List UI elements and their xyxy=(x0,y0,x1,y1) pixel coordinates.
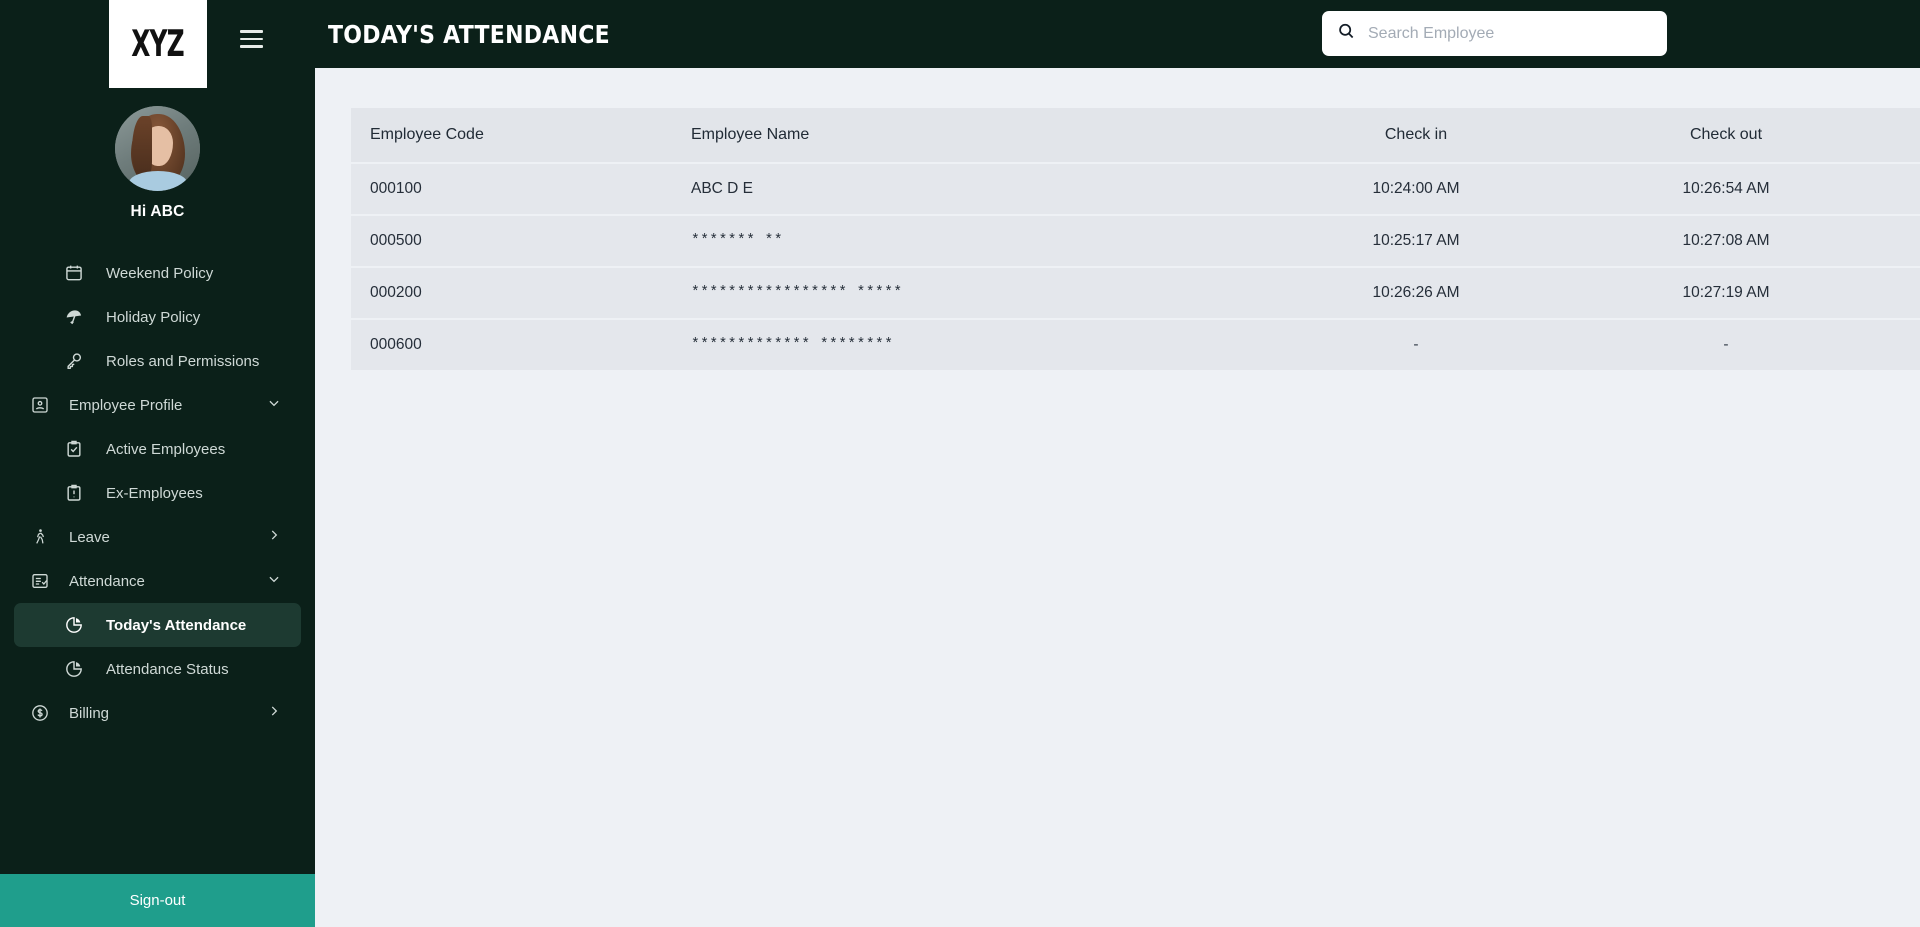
dollar-circle-icon xyxy=(26,703,54,723)
avatar-hair-front xyxy=(132,116,152,178)
top-bar: TODAY'S ATTENDANCE xyxy=(315,0,1920,68)
pie-chart-icon xyxy=(60,659,88,679)
chevron-right-icon[interactable] xyxy=(267,528,281,546)
sidebar-item-label: Roles and Permissions xyxy=(106,352,260,370)
chevron-down-icon[interactable] xyxy=(267,396,281,414)
calendar-icon xyxy=(60,263,88,283)
search-input[interactable] xyxy=(1368,24,1653,43)
sidebar-item-holiday-policy[interactable]: Holiday Policy xyxy=(0,295,315,339)
sidebar-item-employee-profile[interactable]: Employee Profile xyxy=(0,383,315,427)
profile-block: Hi ABC xyxy=(0,106,315,221)
avatar-shoulder xyxy=(129,171,187,191)
cell-check-in: - xyxy=(1251,318,1581,370)
chevron-down-icon[interactable] xyxy=(267,572,281,590)
cell-check-out: 10:26:54 AM xyxy=(1581,162,1871,215)
cell-check-in: 10:26:26 AM xyxy=(1251,266,1581,319)
sidebar-item-ex-employees[interactable]: Ex-Employees xyxy=(0,471,315,515)
table-row[interactable]: 000600 ************* ******** - - - xyxy=(351,318,1920,370)
column-header-hours[interactable]: Hours xyxy=(1871,108,1920,163)
sidebar-item-label: Weekend Policy xyxy=(106,264,214,282)
page-title: TODAY'S ATTENDANCE xyxy=(328,19,610,49)
sign-out-label: Sign-out xyxy=(129,892,186,909)
id-badge-icon xyxy=(26,395,54,415)
table-body: 000100 ABC D E 10:24:00 AM 10:26:54 AM 0… xyxy=(351,162,1920,370)
cell-employee-name: ABC D E xyxy=(691,162,1251,215)
cell-check-out: - xyxy=(1581,318,1871,370)
sidebar-item-billing[interactable]: Billing xyxy=(0,691,315,735)
sidebar-item-label: Employee Profile xyxy=(69,396,183,414)
cell-employee-code: 000600 xyxy=(351,318,691,370)
table-header: Employee Code Employee Name Check in Che… xyxy=(351,108,1920,163)
sidebar: XYZ Hi ABC Weekend Policy Holiday Policy… xyxy=(0,0,315,927)
hamburger-bar xyxy=(240,37,263,41)
cell-employee-name: ************* ******** xyxy=(691,318,1251,370)
search-icon xyxy=(1336,21,1356,46)
sidebar-item-label: Attendance xyxy=(69,572,145,590)
cell-employee-code: 000500 xyxy=(351,214,691,267)
sidebar-item-label: Today's Attendance xyxy=(106,616,247,634)
pie-chart-icon xyxy=(60,615,88,635)
sidebar-item-label: Holiday Policy xyxy=(106,308,201,326)
sidebar-item-label: Active Employees xyxy=(106,440,226,458)
cell-employee-code: 000100 xyxy=(351,162,691,215)
sidebar-item-label: Leave xyxy=(69,528,110,546)
column-header-check-out[interactable]: Check out xyxy=(1581,108,1871,163)
sidebar-item-label: Attendance Status xyxy=(106,660,229,678)
table-row[interactable]: 000100 ABC D E 10:24:00 AM 10:26:54 AM 0… xyxy=(351,162,1920,215)
hamburger-bar xyxy=(240,30,263,33)
sign-out-button[interactable]: Sign-out xyxy=(0,874,315,927)
column-header-check-in[interactable]: Check in xyxy=(1251,108,1581,163)
cell-check-in: 10:24:00 AM xyxy=(1251,162,1581,215)
cell-check-out: 10:27:19 AM xyxy=(1581,266,1871,319)
cell-hours: 00:02 xyxy=(1871,162,1920,215)
sidebar-item-attendance[interactable]: Attendance xyxy=(0,559,315,603)
table-header-row: Employee Code Employee Name Check in Che… xyxy=(351,108,1920,163)
sidebar-item-attendance-status[interactable]: Attendance Status xyxy=(0,647,315,691)
column-header-employee-name[interactable]: Employee Name xyxy=(691,108,1251,163)
app-logo[interactable]: XYZ xyxy=(108,0,207,88)
search-box[interactable] xyxy=(1322,11,1667,56)
sidebar-item-label: Ex-Employees xyxy=(106,484,203,502)
sidebar-item-weekend-policy[interactable]: Weekend Policy xyxy=(0,251,315,295)
table-row[interactable]: 000500 ******* ** 10:25:17 AM 10:27:08 A… xyxy=(351,214,1920,267)
cell-employee-name: ***************** ***** xyxy=(691,266,1251,319)
hamburger-icon[interactable] xyxy=(240,30,263,48)
list-check-icon xyxy=(26,571,54,591)
hamburger-bar xyxy=(240,45,263,48)
app-root: XYZ Hi ABC Weekend Policy Holiday Policy… xyxy=(0,0,1920,927)
key-icon xyxy=(60,351,88,371)
attendance-table: Employee Code Employee Name Check in Che… xyxy=(351,108,1920,370)
main-area: TODAY'S ATTENDANCE Employee Code Employe… xyxy=(315,0,1920,927)
clipboard-check-icon xyxy=(60,439,88,459)
logo-text: XYZ xyxy=(131,23,184,65)
cell-employee-name: ******* ** xyxy=(691,214,1251,267)
brand-row: XYZ xyxy=(0,0,315,88)
content-area: Employee Code Employee Name Check in Che… xyxy=(315,68,1920,927)
avatar[interactable] xyxy=(115,106,200,191)
sidebar-item-roles-and-permissions[interactable]: Roles and Permissions xyxy=(0,339,315,383)
chevron-right-icon[interactable] xyxy=(267,704,281,722)
walking-person-icon xyxy=(26,527,54,547)
sidebar-item-todays-attendance[interactable]: Today's Attendance xyxy=(14,603,301,647)
column-header-employee-code[interactable]: Employee Code xyxy=(351,108,691,163)
cell-check-in: 10:25:17 AM xyxy=(1251,214,1581,267)
beach-umbrella-icon xyxy=(60,307,88,327)
table-row[interactable]: 000200 ***************** ***** 10:26:26 … xyxy=(351,266,1920,319)
clipboard-alert-icon xyxy=(60,483,88,503)
cell-hours: - xyxy=(1871,318,1920,370)
sidebar-item-leave[interactable]: Leave xyxy=(0,515,315,559)
sidebar-item-label: Billing xyxy=(69,704,110,722)
user-greeting: Hi ABC xyxy=(130,203,185,220)
cell-hours: 00:01 xyxy=(1871,214,1920,267)
sidebar-nav: Weekend Policy Holiday Policy Roles and … xyxy=(0,251,315,874)
cell-check-out: 10:27:08 AM xyxy=(1581,214,1871,267)
cell-employee-code: 000200 xyxy=(351,266,691,319)
sidebar-item-active-employees[interactable]: Active Employees xyxy=(0,427,315,471)
cell-hours: 00:00 xyxy=(1871,266,1920,319)
